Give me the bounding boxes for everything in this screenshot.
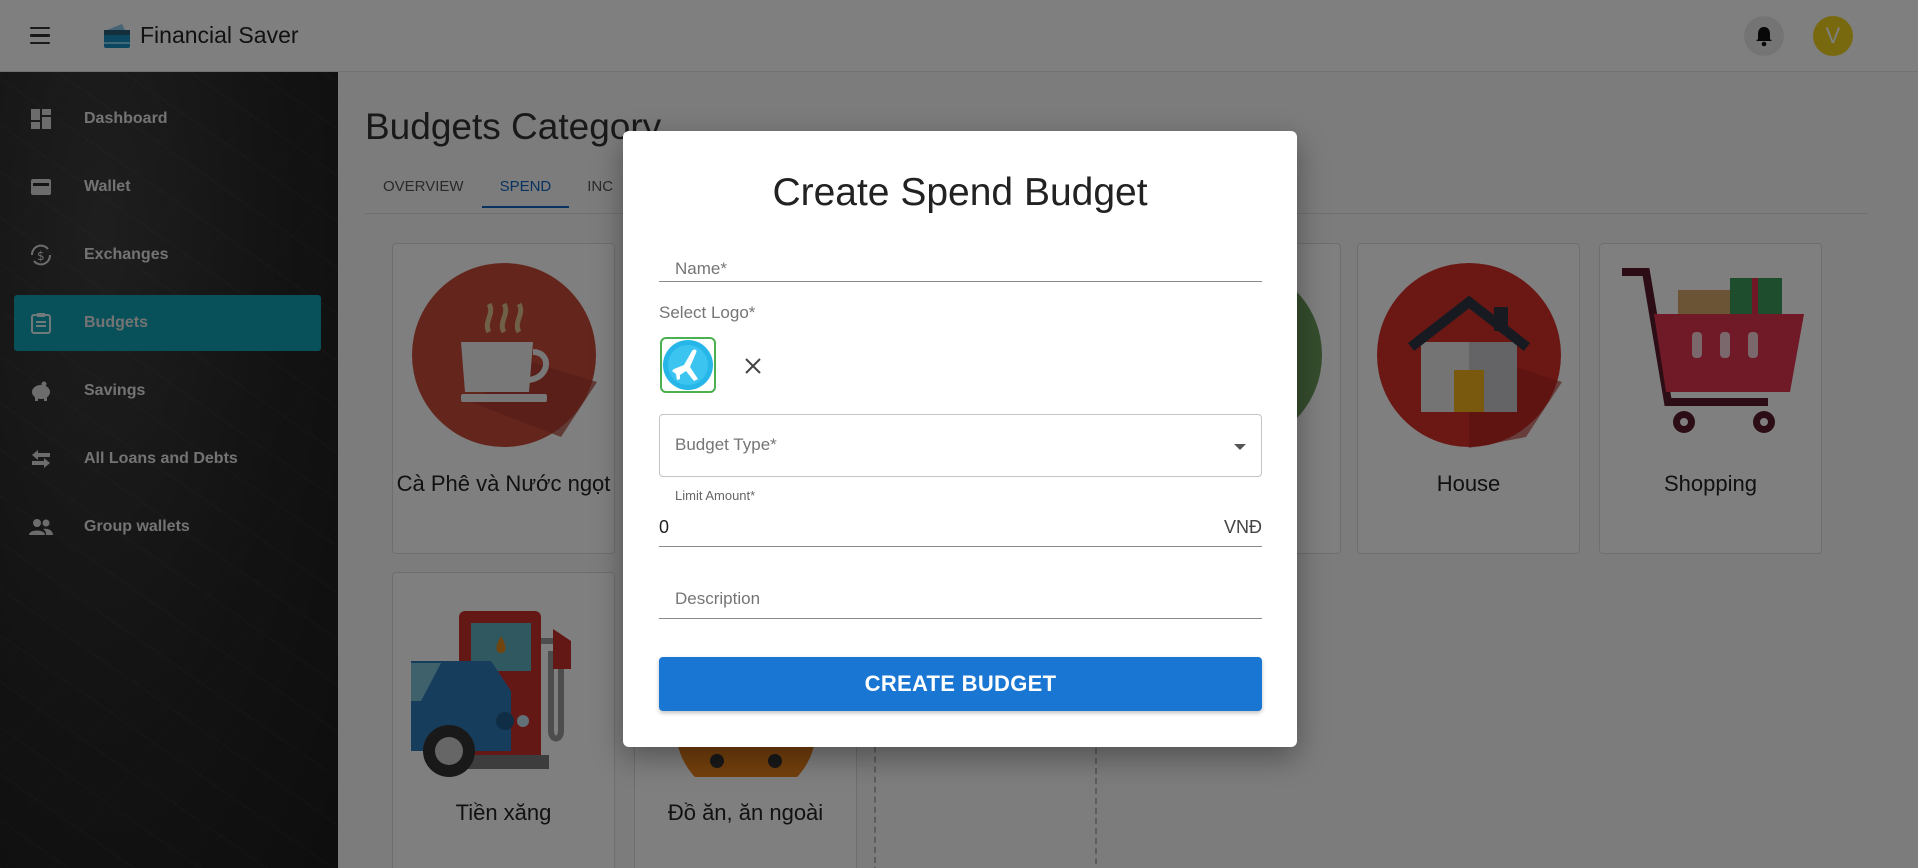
create-budget-dialog: Create Spend Budget Name* Select Logo* B… [623, 131, 1297, 747]
description-underline [659, 618, 1262, 619]
select-logo-label: Select Logo* [659, 303, 756, 322]
create-budget-button[interactable]: CREATE BUDGET [659, 657, 1262, 711]
description-field[interactable]: Description [659, 583, 1262, 619]
description-placeholder: Description [675, 589, 761, 608]
limit-amount-label: Limit Amount* [675, 488, 756, 503]
clear-logo-close-icon[interactable] [741, 354, 765, 378]
budget-type-placeholder: Budget Type* [675, 435, 777, 454]
chevron-down-icon [1234, 444, 1246, 450]
airplane-icon [663, 340, 713, 390]
limit-amount-underline [659, 546, 1262, 547]
name-placeholder: Name* [675, 259, 727, 278]
selected-logo[interactable] [660, 337, 716, 393]
name-underline [659, 281, 1262, 282]
limit-amount-value: 0 [659, 517, 670, 537]
budget-type-select[interactable]: Budget Type* [659, 414, 1262, 477]
limit-amount-field[interactable]: 0 VNĐ [659, 509, 1262, 543]
dialog-title: Create Spend Budget [772, 171, 1148, 214]
currency-suffix: VNĐ [1223, 517, 1262, 537]
